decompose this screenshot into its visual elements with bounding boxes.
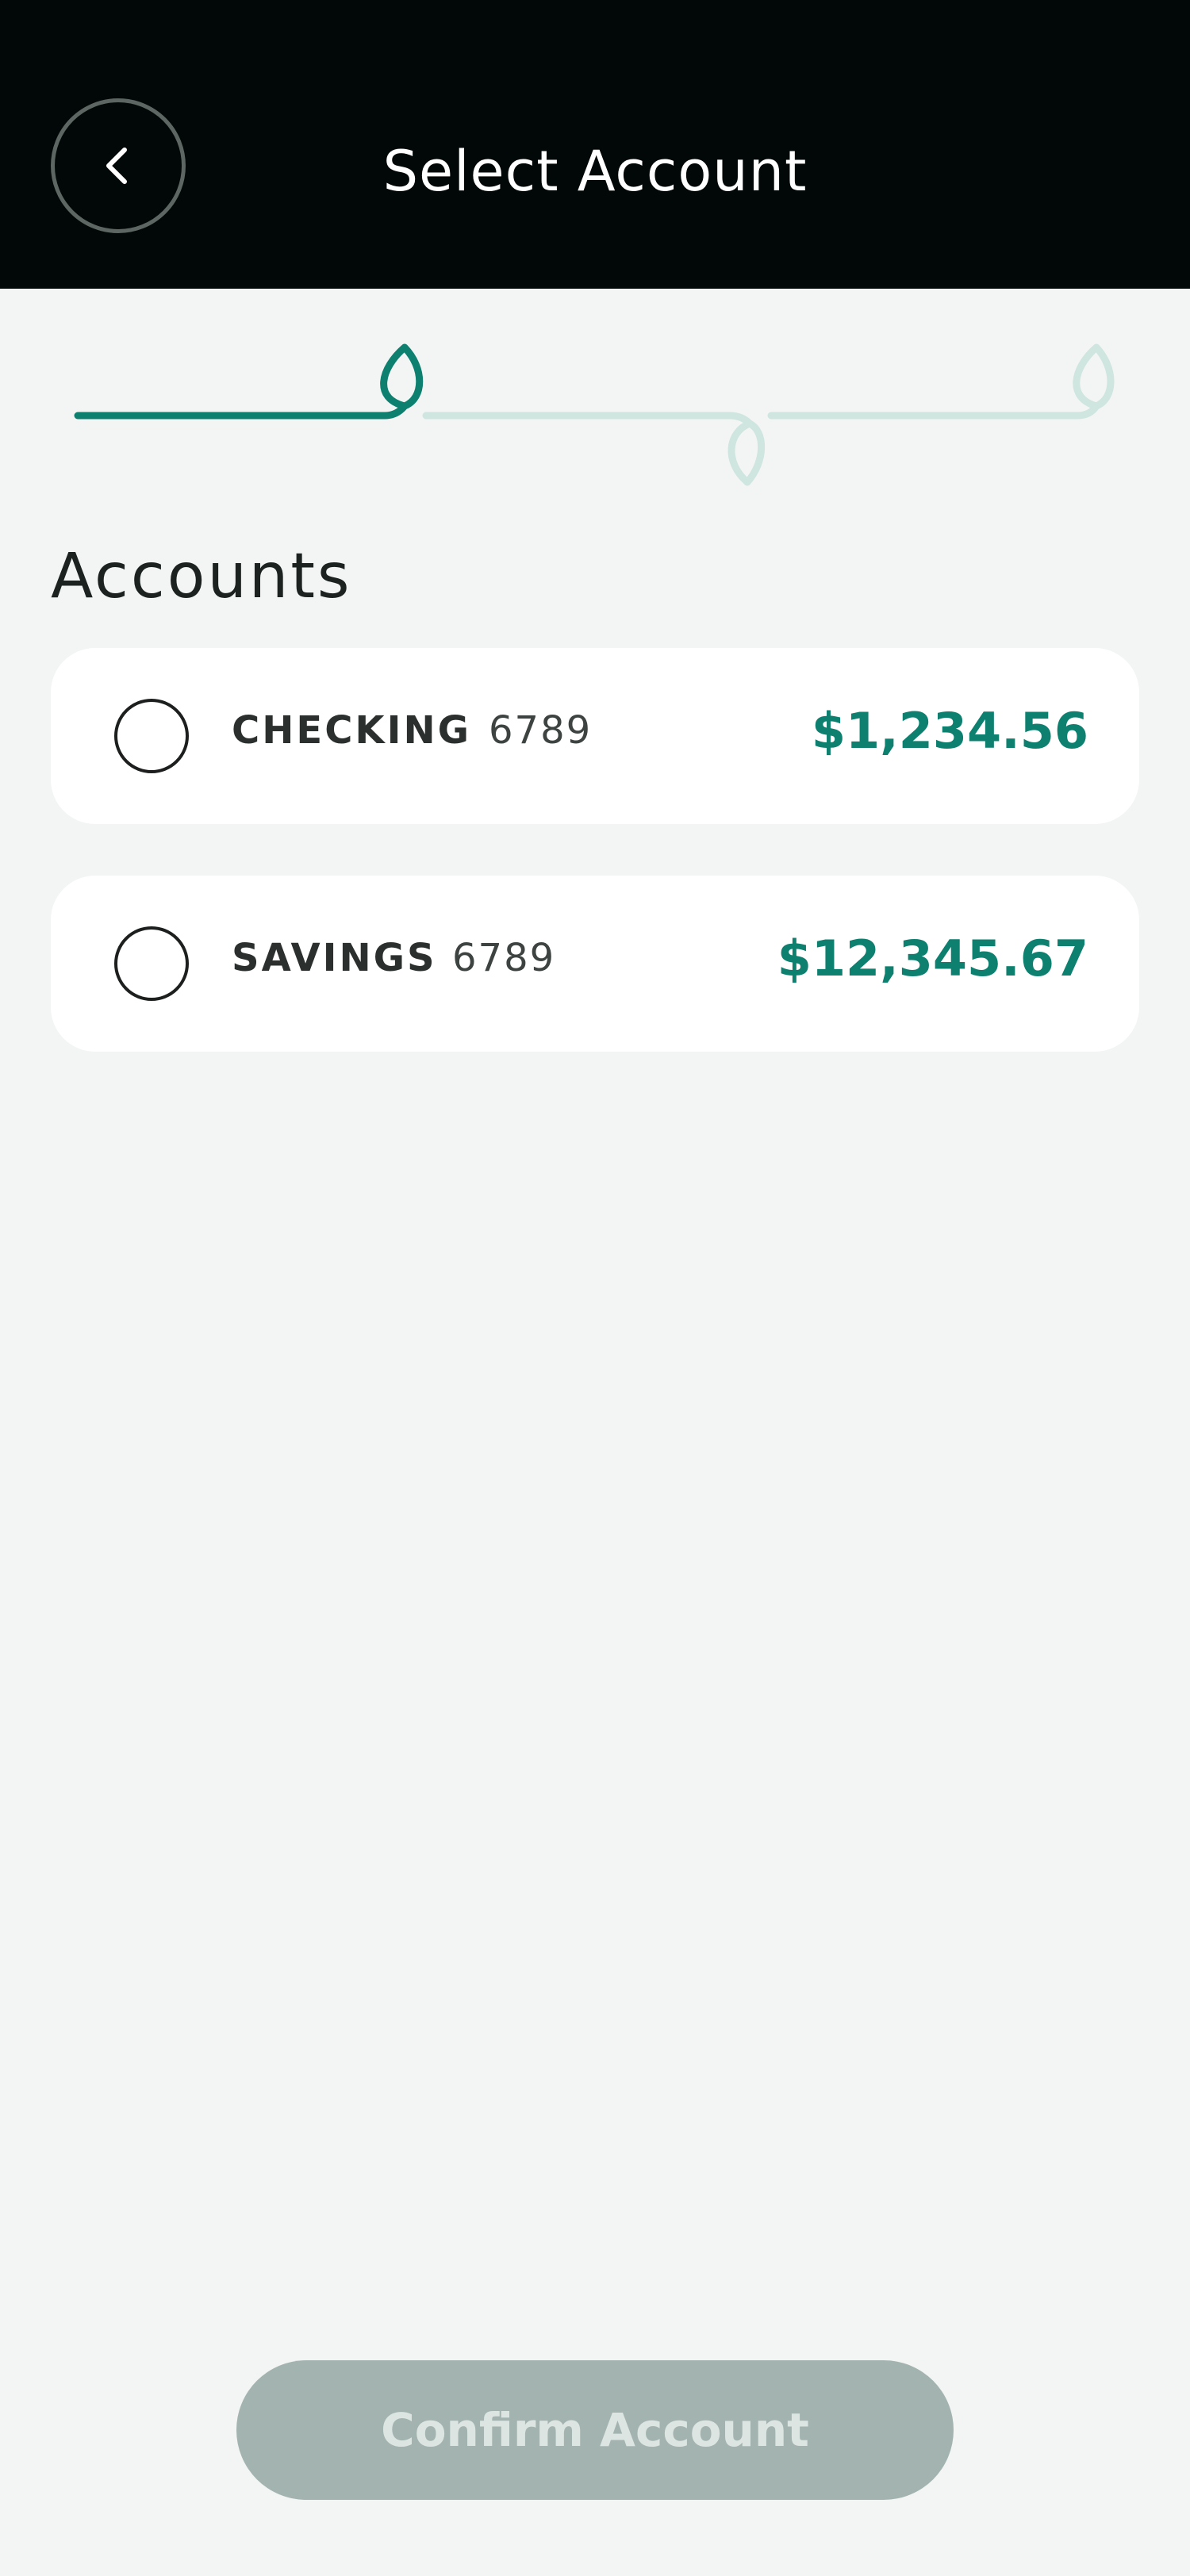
account-option-checking[interactable]: CHECKING 6789 $1,234.56 xyxy=(51,648,1139,824)
accounts-heading: Accounts xyxy=(51,541,352,612)
account-number-mask: 6789 xyxy=(489,708,593,753)
account-balance: $12,345.67 xyxy=(777,930,1088,987)
leaf-icon xyxy=(1073,343,1115,410)
account-radio[interactable] xyxy=(114,699,189,773)
leaf-icon xyxy=(727,420,766,486)
page-title: Select Account xyxy=(382,139,808,204)
progress-stepper xyxy=(74,343,1115,486)
confirm-account-button[interactable]: Confirm Account xyxy=(236,2360,954,2500)
step-3-pending xyxy=(767,343,1115,420)
account-name: SAVINGS xyxy=(232,936,437,980)
app-header: Select Account xyxy=(0,0,1190,289)
account-balance: $1,234.56 xyxy=(811,702,1088,760)
account-option-savings[interactable]: SAVINGS 6789 $12,345.67 xyxy=(51,876,1139,1052)
step-1-complete xyxy=(74,343,424,420)
leaf-icon xyxy=(380,343,424,410)
account-number-mask: 6789 xyxy=(452,936,556,980)
account-name: CHECKING xyxy=(232,708,472,753)
account-radio[interactable] xyxy=(114,926,189,1001)
step-2-pending xyxy=(422,412,766,486)
